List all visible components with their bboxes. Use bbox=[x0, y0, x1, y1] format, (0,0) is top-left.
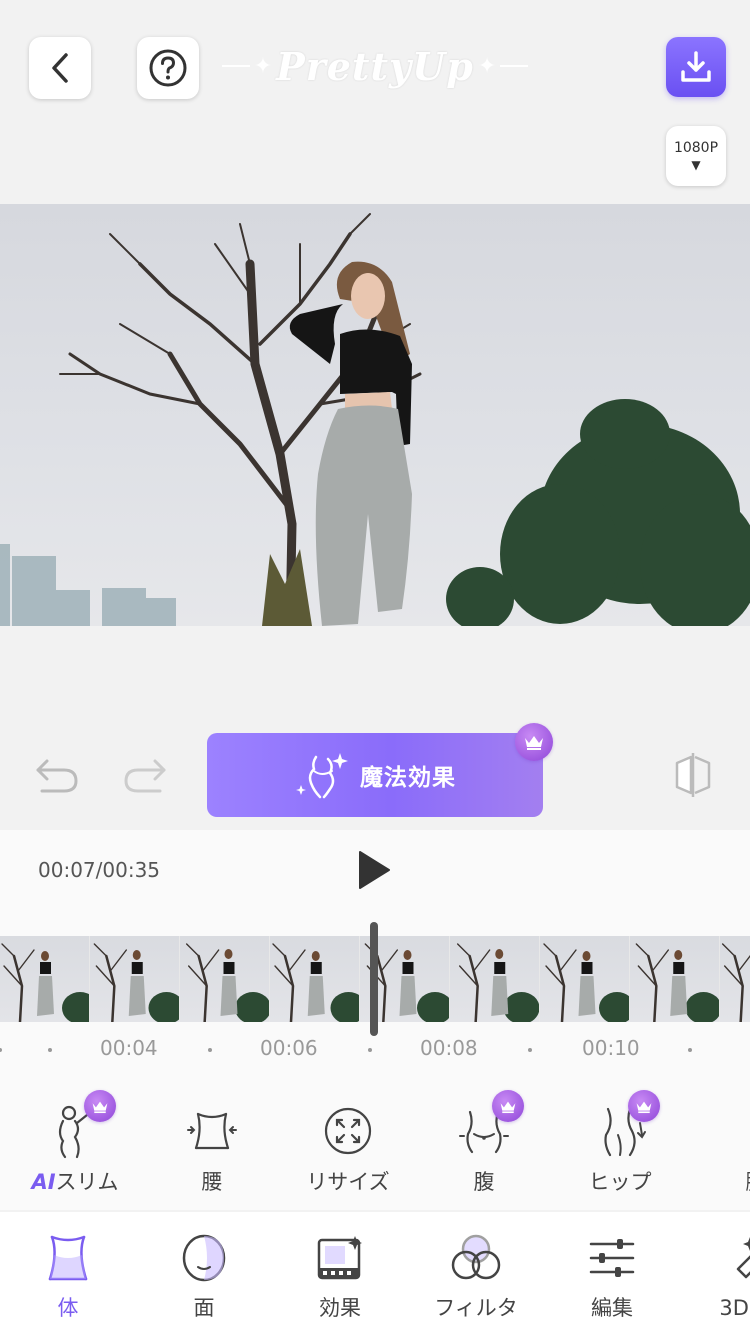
video-frame-thumbnail bbox=[450, 936, 540, 1022]
face-icon bbox=[182, 1234, 226, 1282]
nav-label: 面 bbox=[193, 1296, 215, 1320]
tool-label: リサイズ bbox=[306, 1170, 390, 1194]
nav-edit[interactable]: 編集 bbox=[552, 1230, 672, 1322]
sparkle-icon: ✦ bbox=[477, 53, 497, 79]
play-icon bbox=[359, 851, 390, 889]
undo-button[interactable] bbox=[30, 752, 82, 798]
magic-body-icon bbox=[296, 753, 348, 799]
tool-legs[interactable]: 脚 bbox=[696, 1102, 750, 1202]
tool-ai-slim[interactable]: AIスリム bbox=[15, 1102, 135, 1202]
crown-icon bbox=[500, 1101, 516, 1113]
premium-crown-badge bbox=[628, 1090, 660, 1122]
video-frame-thumbnail bbox=[720, 936, 750, 1022]
download-button[interactable] bbox=[666, 37, 726, 97]
question-circle-icon bbox=[149, 49, 187, 87]
legs-icon bbox=[728, 1105, 750, 1157]
filter-circles-icon bbox=[451, 1234, 501, 1280]
undo-icon bbox=[36, 759, 78, 793]
magic-effect-label: 魔法効果 bbox=[360, 765, 456, 791]
ruler-dot bbox=[0, 1048, 2, 1052]
time-ruler: 00:04 00:06 00:08 00:10 bbox=[0, 1036, 750, 1066]
logo-line-left bbox=[222, 65, 250, 67]
playback-time: 00:07/00:35 bbox=[38, 858, 161, 882]
tool-label: 脚 bbox=[746, 1166, 750, 1196]
play-button[interactable] bbox=[352, 846, 396, 894]
nav-face[interactable]: 面 bbox=[144, 1230, 264, 1322]
nav-label: 効果 bbox=[319, 1296, 361, 1320]
ruler-tick: 00:10 bbox=[582, 1036, 640, 1060]
video-frame-thumbnail bbox=[630, 936, 720, 1022]
tool-label: スリム bbox=[55, 1170, 119, 1194]
tool-resize[interactable]: リサイズ bbox=[288, 1102, 408, 1202]
nav-label: 体 bbox=[57, 1296, 79, 1320]
nav-label: フィルタ bbox=[434, 1296, 518, 1320]
chevron-left-icon bbox=[52, 53, 68, 83]
premium-crown-badge bbox=[515, 723, 553, 761]
video-frame-thumbnail bbox=[540, 936, 630, 1022]
nav-filter[interactable]: フィルタ bbox=[416, 1230, 536, 1322]
nav-label: 3D 顔 bbox=[719, 1296, 750, 1320]
video-frame-thumbnail bbox=[0, 936, 90, 1022]
app-logo: ✦ PrettyUp ✦ bbox=[222, 40, 528, 92]
ai-tag: AI bbox=[31, 1170, 56, 1194]
tool-hip[interactable]: ヒップ bbox=[560, 1102, 680, 1202]
video-preview[interactable] bbox=[0, 204, 750, 626]
logo-text: PrettyUp bbox=[276, 43, 474, 89]
tool-label: ヒップ bbox=[588, 1170, 652, 1194]
ruler-dot bbox=[208, 1048, 212, 1052]
compare-icon bbox=[675, 753, 711, 797]
resolution-selector[interactable]: 1080P ▼ bbox=[666, 126, 726, 186]
back-button[interactable] bbox=[29, 37, 91, 99]
tool-label: 腹 bbox=[473, 1170, 495, 1194]
resolution-label: 1080P bbox=[673, 140, 719, 156]
nav-label: 編集 bbox=[591, 1296, 633, 1320]
waist-icon bbox=[187, 1112, 237, 1150]
tool-waist[interactable]: 腰 bbox=[152, 1102, 272, 1202]
magic-effect-button[interactable]: 魔法効果 bbox=[207, 733, 543, 817]
redo-button[interactable] bbox=[120, 752, 172, 798]
nav-3d-face[interactable]: 3D 顔 bbox=[688, 1230, 750, 1322]
crown-icon bbox=[525, 736, 543, 750]
nav-effects[interactable]: 効果 bbox=[280, 1230, 400, 1322]
effects-film-icon bbox=[317, 1236, 362, 1280]
video-frame-thumbnail bbox=[90, 936, 180, 1022]
tool-belly[interactable]: 腹 bbox=[424, 1102, 544, 1202]
crown-icon bbox=[636, 1101, 652, 1113]
3d-face-icon bbox=[736, 1237, 750, 1279]
ruler-dot bbox=[368, 1048, 372, 1052]
ruler-dot bbox=[528, 1048, 532, 1052]
ruler-tick: 00:04 bbox=[100, 1036, 158, 1060]
ruler-dot bbox=[48, 1048, 52, 1052]
caret-down-icon: ▼ bbox=[691, 158, 701, 172]
ruler-tick: 00:08 bbox=[420, 1036, 478, 1060]
nav-body[interactable]: 体 bbox=[8, 1230, 128, 1322]
compare-button[interactable] bbox=[666, 748, 720, 802]
download-icon bbox=[681, 51, 711, 82]
body-icon bbox=[48, 1235, 88, 1281]
ruler-tick: 00:06 bbox=[260, 1036, 318, 1060]
video-frame-thumbnail bbox=[180, 936, 270, 1022]
redo-icon bbox=[124, 759, 166, 793]
crown-icon bbox=[92, 1101, 108, 1113]
resize-icon bbox=[324, 1107, 372, 1155]
ruler-dot bbox=[688, 1048, 692, 1052]
sparkle-icon: ✦ bbox=[253, 53, 273, 79]
premium-crown-badge bbox=[84, 1090, 116, 1122]
preview-frame-image bbox=[0, 213, 750, 626]
sliders-icon bbox=[589, 1239, 635, 1277]
tool-label: 腰 bbox=[201, 1170, 223, 1194]
logo-line-right bbox=[500, 65, 528, 67]
premium-crown-badge bbox=[492, 1090, 524, 1122]
help-button[interactable] bbox=[137, 37, 199, 99]
video-frame-thumbnail bbox=[270, 936, 360, 1022]
playhead[interactable] bbox=[370, 922, 378, 1036]
